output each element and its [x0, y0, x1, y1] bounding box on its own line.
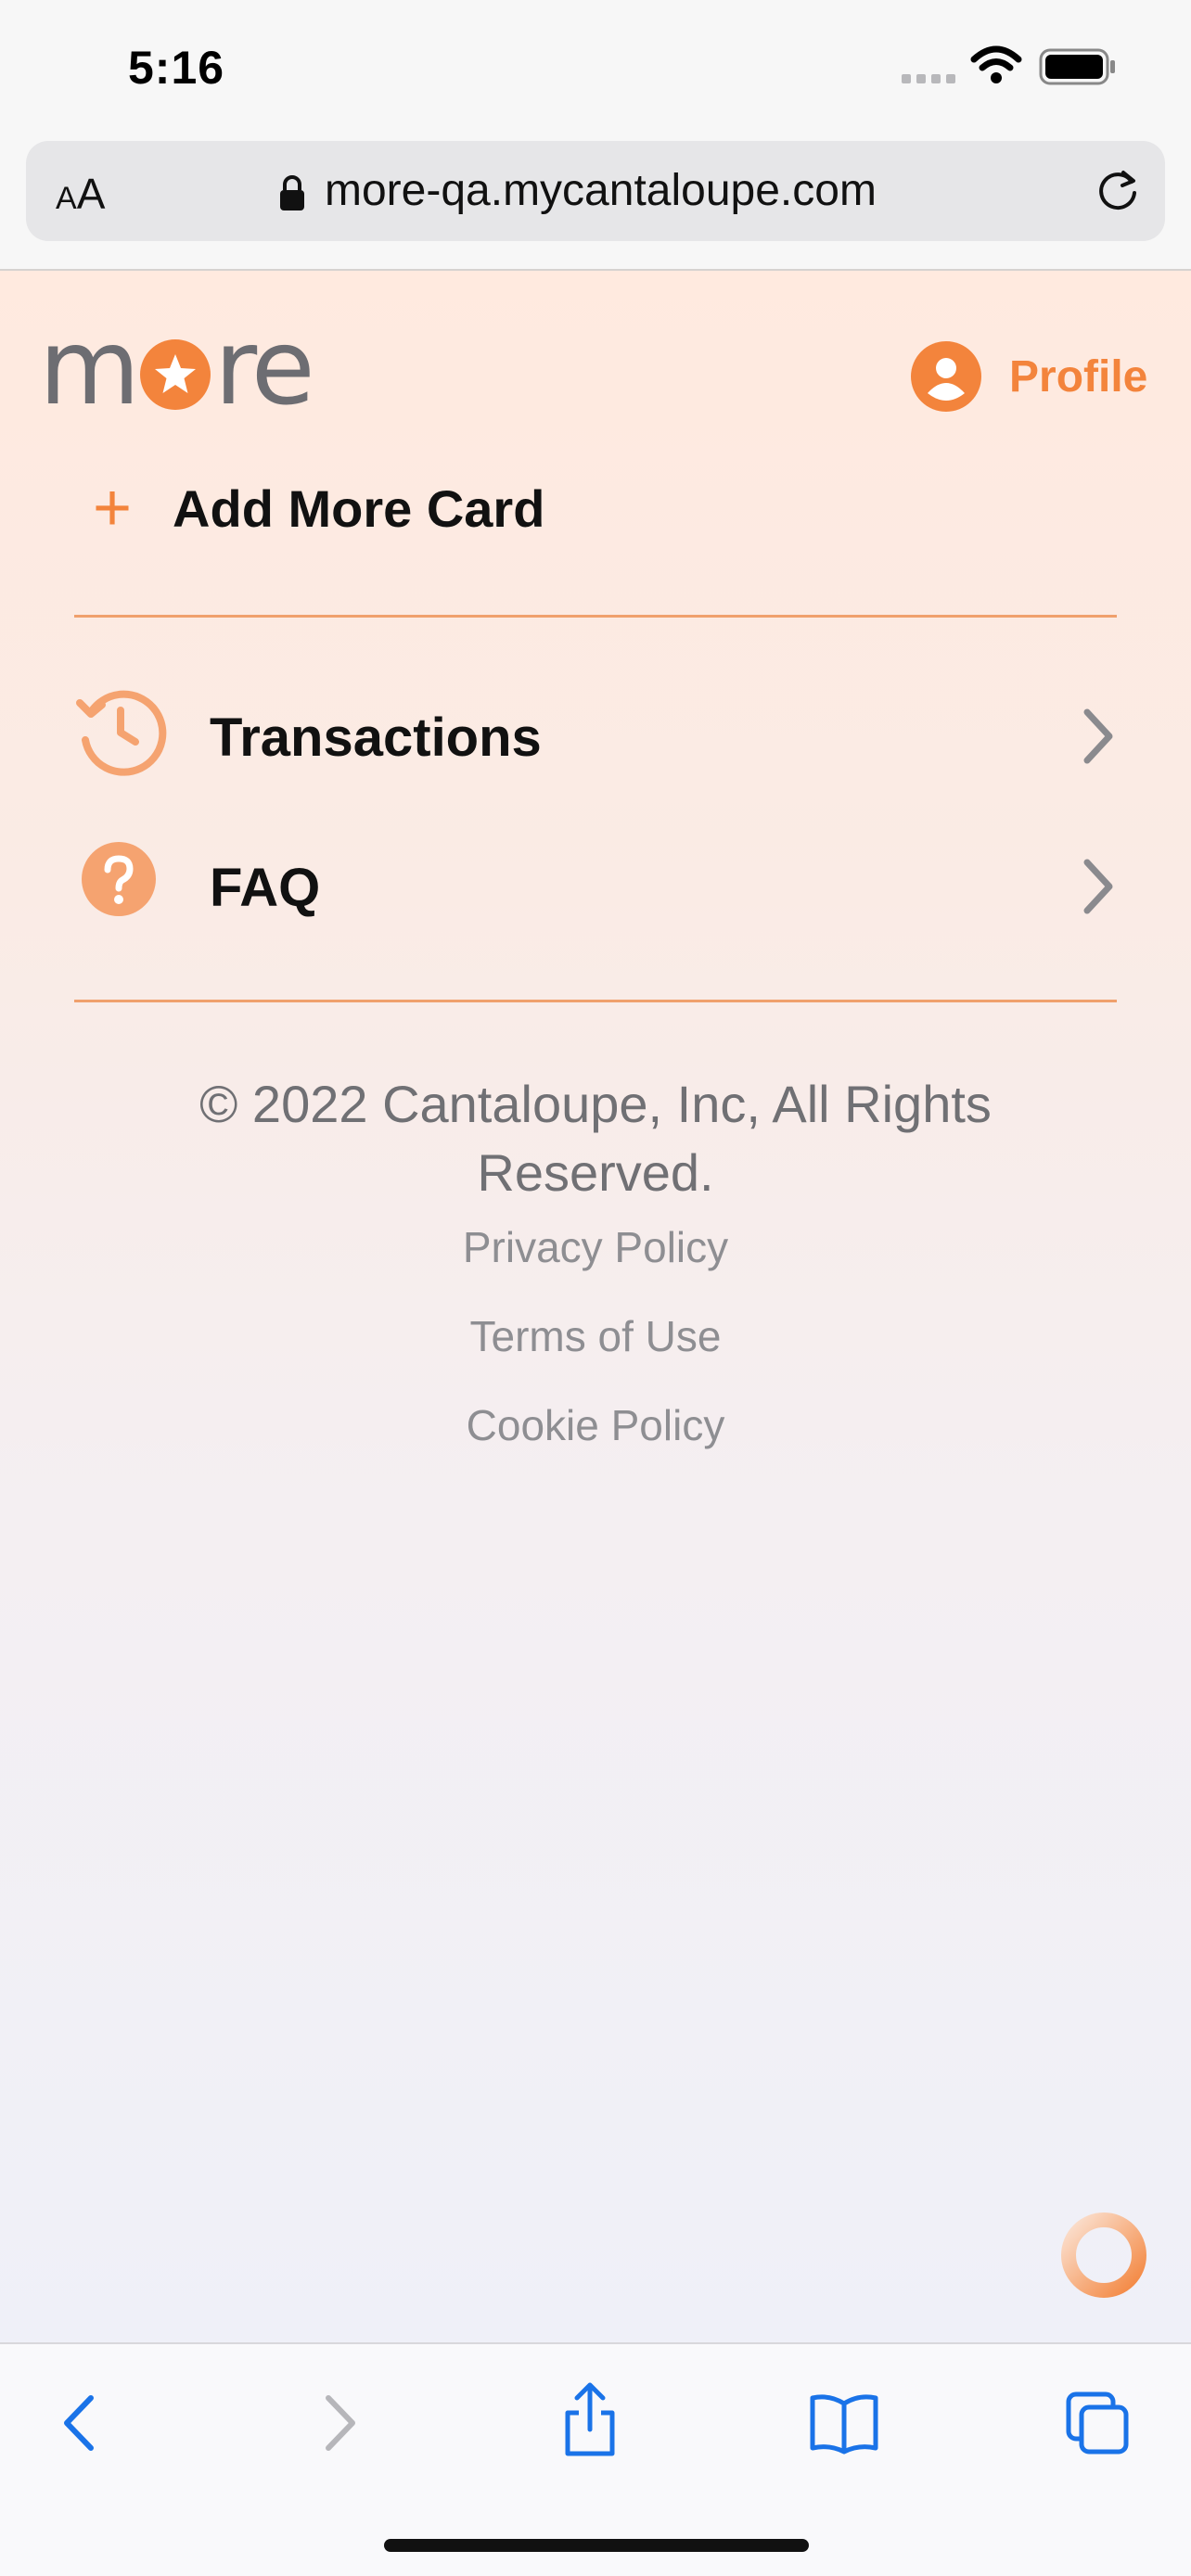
- page-content: m re Profile + Add More Card Transaction…: [0, 271, 1191, 2342]
- privacy-policy-link[interactable]: Privacy Policy: [317, 1222, 874, 1272]
- chevron-right-icon: [1083, 859, 1113, 914]
- wifi-icon: [970, 45, 1022, 83]
- reload-icon[interactable]: [1093, 165, 1143, 215]
- url-text[interactable]: more-qa.mycantaloupe.com: [325, 165, 877, 216]
- share-icon[interactable]: [560, 2381, 620, 2459]
- loading-spinner-icon: [1061, 2213, 1146, 2298]
- question-circle-icon: [82, 842, 156, 916]
- divider: [74, 1000, 1117, 1002]
- more-logo[interactable]: m re: [39, 316, 315, 420]
- history-clock-icon: [76, 690, 167, 776]
- profile-button[interactable]: Profile: [911, 341, 1147, 412]
- logo-star-icon: [140, 339, 211, 410]
- faq-label: FAQ: [210, 858, 321, 918]
- terms-of-use-link[interactable]: Terms of Use: [317, 1311, 874, 1361]
- divider: [74, 615, 1117, 618]
- copyright-text: © 2022 Cantaloupe, Inc, All Rights Reser…: [199, 1075, 992, 1202]
- plus-icon: +: [93, 471, 133, 545]
- chevron-right-icon: [1083, 708, 1113, 764]
- lock-icon: [280, 175, 304, 210]
- forward-icon[interactable]: [319, 2391, 362, 2455]
- menu-item-faq[interactable]: FAQ: [74, 835, 1117, 937]
- bookmarks-icon[interactable]: [809, 2391, 879, 2455]
- add-more-card-button[interactable]: + Add More Card: [93, 475, 544, 542]
- tabs-icon[interactable]: [1065, 2391, 1132, 2455]
- cookie-policy-link[interactable]: Cookie Policy: [317, 1400, 874, 1450]
- profile-label: Profile: [1009, 351, 1148, 402]
- menu-item-transactions[interactable]: Transactions: [74, 684, 1117, 786]
- text-size-button[interactable]: AA: [56, 169, 105, 219]
- status-bar: 5:16: [0, 0, 1191, 139]
- home-indicator[interactable]: [384, 2539, 809, 2552]
- address-bar[interactable]: AA more-qa.mycantaloupe.com: [26, 141, 1165, 241]
- transactions-label: Transactions: [210, 708, 542, 768]
- add-more-card-label: Add More Card: [173, 478, 545, 538]
- user-avatar-icon: [911, 341, 981, 412]
- signal-icon: [902, 74, 955, 83]
- status-time: 5:16: [128, 42, 225, 94]
- back-icon[interactable]: [58, 2391, 100, 2455]
- battery-icon: [1039, 48, 1115, 85]
